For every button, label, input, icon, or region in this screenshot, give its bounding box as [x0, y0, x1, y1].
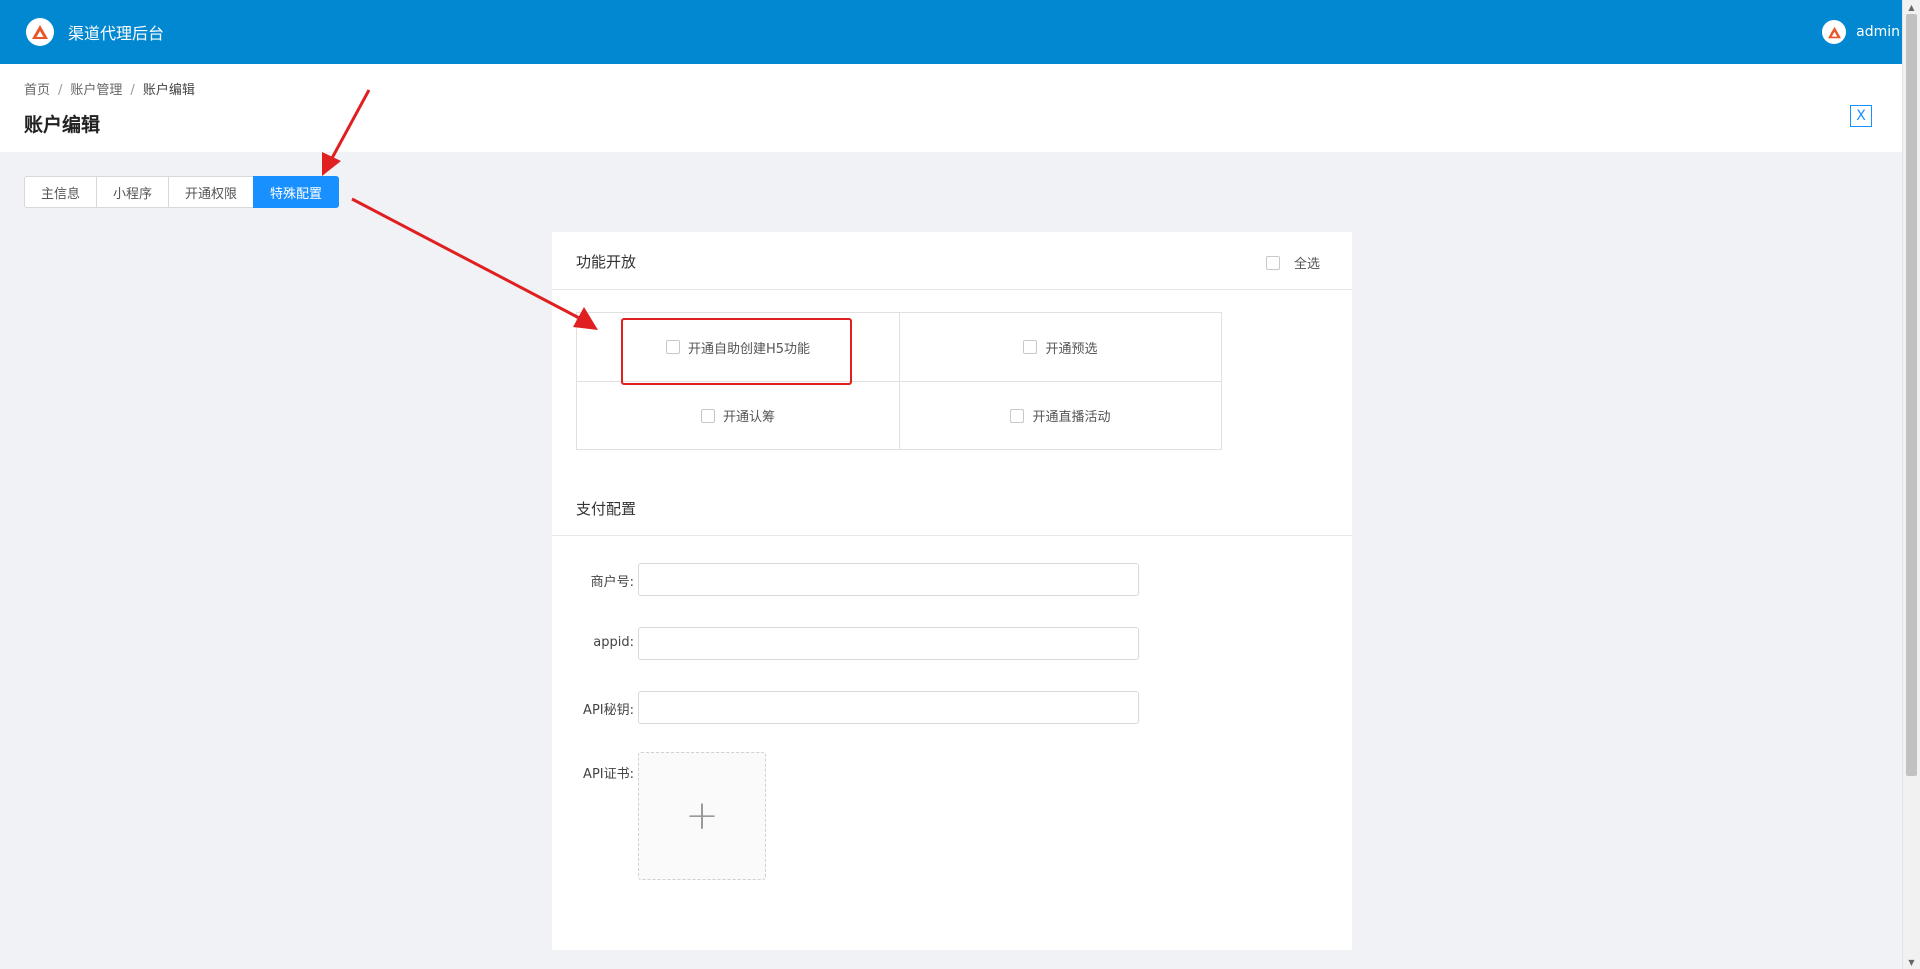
tab-bar: 主信息 小程序 开通权限 特殊配置 — [24, 176, 340, 208]
username: admin — [1856, 24, 1900, 40]
annotation-highlight-box — [621, 318, 852, 385]
vertical-scrollbar[interactable]: ▲ ▼ — [1902, 0, 1920, 969]
app-title: 渠道代理后台 — [68, 24, 165, 43]
select-all-checkbox[interactable]: 全选 — [1265, 253, 1320, 272]
appid-input[interactable] — [638, 627, 1139, 660]
divider — [552, 535, 1352, 536]
scroll-down-icon[interactable]: ▼ — [1903, 955, 1920, 969]
api-secret-label: API秘钥: — [583, 703, 634, 718]
merchant-id-row: 商户号: — [552, 563, 1352, 597]
tab-permissions[interactable]: 开通权限 — [168, 176, 255, 208]
tab-special-config[interactable]: 特殊配置 — [253, 176, 340, 208]
appid-label: appid: — [593, 635, 634, 650]
feature-subscription[interactable]: 开通认筹 — [577, 382, 899, 449]
api-cert-label: API证书: — [583, 767, 634, 782]
user-avatar-icon — [1822, 20, 1847, 44]
divider — [552, 289, 1352, 290]
api-secret-input[interactable] — [638, 691, 1139, 724]
breadcrumb: 首页 / 账户管理 / 账户编辑 — [24, 83, 195, 98]
breadcrumb-account-edit: 账户编辑 — [142, 83, 195, 98]
app-logo-icon[interactable] — [26, 18, 54, 46]
select-all-label: 全选 — [1293, 257, 1320, 272]
payment-section-title: 支付配置 — [576, 500, 637, 518]
cert-upload-button[interactable]: + — [638, 752, 766, 880]
features-section-title: 功能开放 — [576, 253, 637, 271]
annotation-arrow-line — [351, 197, 584, 322]
merchant-id-label: 商户号: — [590, 575, 634, 590]
api-secret-row: API秘钥: — [552, 691, 1352, 725]
tab-mini-program[interactable]: 小程序 — [96, 176, 170, 208]
feature-label: 开通预选 — [1045, 341, 1098, 357]
page-header: 首页 / 账户管理 / 账户编辑 账户编辑 X — [0, 64, 1902, 152]
scroll-up-icon[interactable]: ▲ — [1903, 0, 1920, 14]
appid-row: appid: — [552, 627, 1352, 661]
user-menu[interactable]: admin — [1822, 20, 1900, 44]
breadcrumb-account-management[interactable]: 账户管理 — [70, 83, 122, 98]
checkbox-icon[interactable] — [1010, 408, 1025, 423]
scrollbar-thumb[interactable] — [1906, 14, 1917, 776]
merchant-id-input[interactable] — [638, 563, 1139, 596]
feature-label: 开通认筹 — [722, 410, 775, 425]
feature-live-event[interactable]: 开通直播活动 — [900, 382, 1221, 449]
page-title: 账户编辑 — [24, 114, 101, 136]
breadcrumb-home[interactable]: 首页 — [24, 83, 50, 98]
feature-preselect[interactable]: 开通预选 — [900, 313, 1221, 381]
plus-icon: + — [685, 793, 719, 839]
tab-main-info[interactable]: 主信息 — [24, 176, 98, 208]
close-button[interactable]: X — [1850, 105, 1872, 127]
checkbox-icon[interactable] — [1265, 255, 1280, 270]
checkbox-icon[interactable] — [1023, 340, 1038, 354]
feature-label: 开通直播活动 — [1032, 410, 1111, 425]
annotation-arrowhead — [322, 152, 341, 176]
checkbox-icon[interactable] — [700, 408, 715, 423]
top-bar: 渠道代理后台 — [0, 0, 1902, 64]
